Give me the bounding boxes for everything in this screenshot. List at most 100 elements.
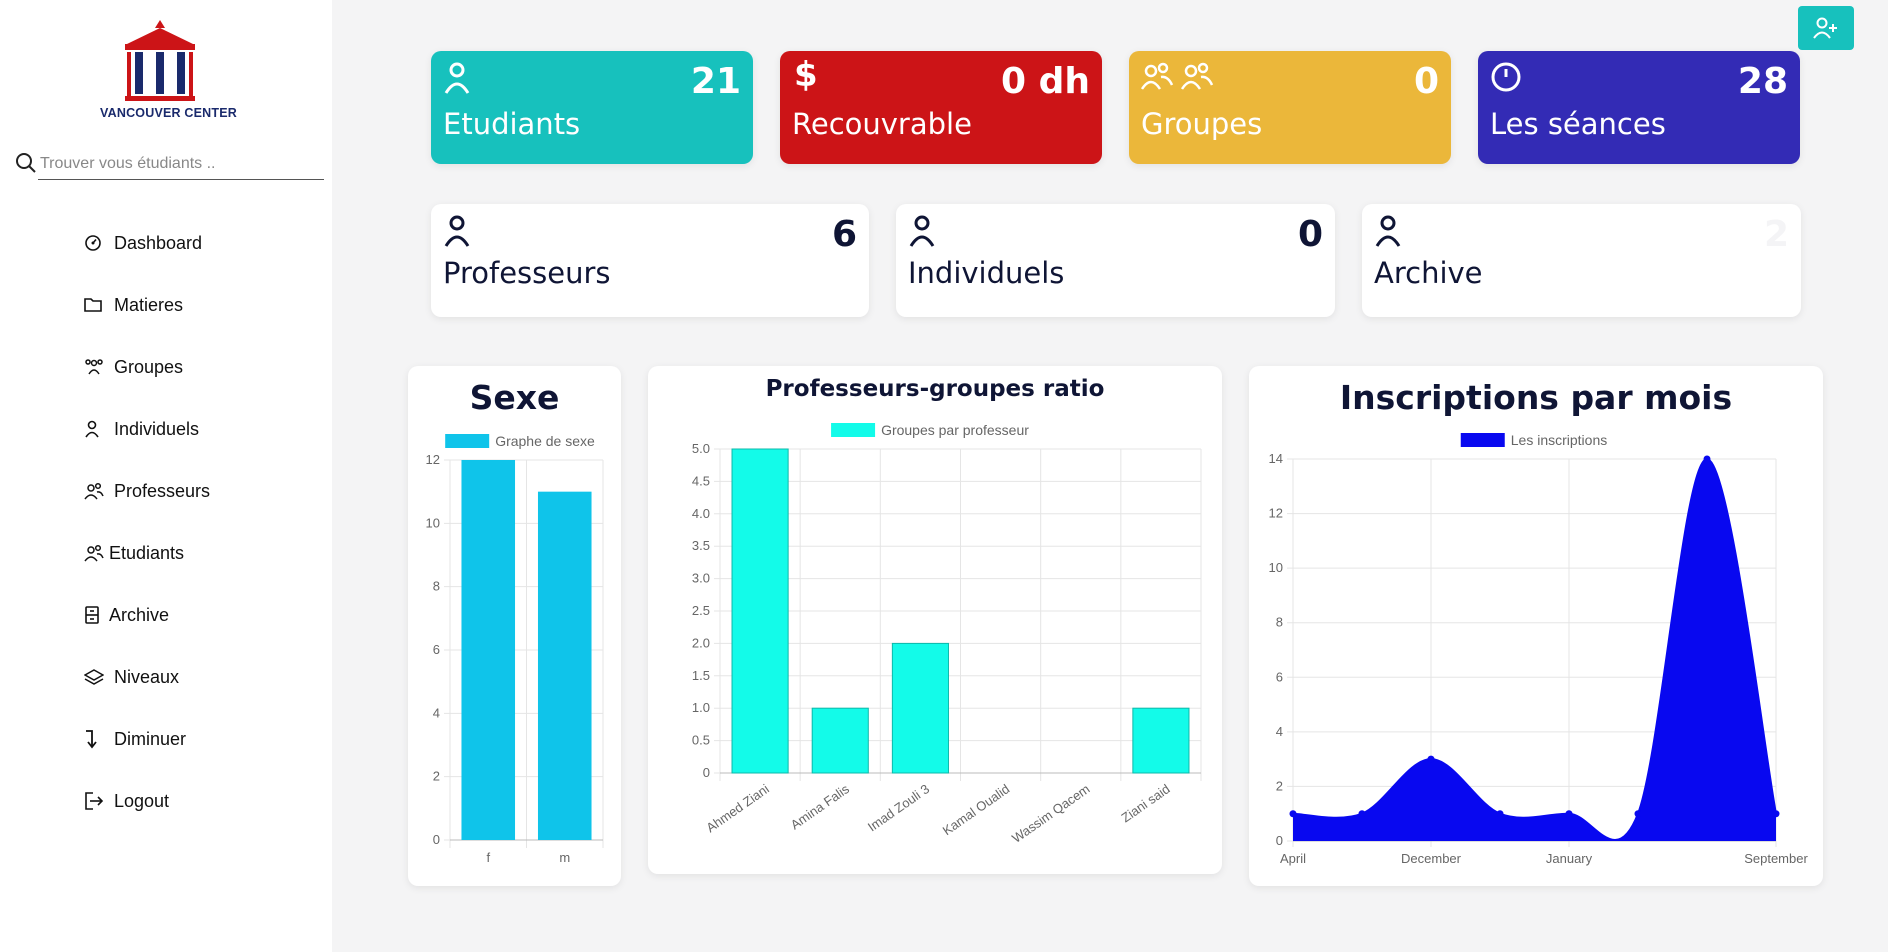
legend-swatch [831, 423, 876, 437]
school-logo-icon [125, 20, 195, 101]
sidebar-item-etudiants[interactable]: Etudiants [84, 522, 210, 584]
stat-card-groupes[interactable]: 0 Groupes [1129, 51, 1451, 164]
x-tick-label: Ahmed Ziani [703, 781, 771, 835]
y-tick-label: 2 [1276, 778, 1283, 793]
data-point [1496, 810, 1504, 818]
stat-card-seances[interactable]: 28 Les séances [1478, 51, 1800, 164]
y-tick-label: 2.0 [692, 635, 710, 650]
sidebar-item-individuels[interactable]: Individuels [84, 398, 210, 460]
user-icon [1375, 215, 1401, 247]
user-icon [444, 215, 470, 247]
y-tick-label: 6 [433, 642, 440, 657]
y-tick-label: 0.5 [692, 733, 710, 748]
data-point [1358, 810, 1366, 818]
stat-value: 6 [831, 214, 857, 255]
data-point [1289, 810, 1297, 818]
sidebar-item-label: Individuels [114, 418, 200, 439]
x-tick-label: Amina Falis [788, 781, 853, 833]
sidebar: VANCOUVER CENTER Dashboard Matieres Grou… [0, 0, 332, 952]
x-tick-label: January [1546, 851, 1593, 866]
folder-icon [84, 294, 114, 316]
stat-card-archive[interactable]: 2 Archive [1362, 204, 1801, 317]
dollar-icon: $ [794, 55, 818, 95]
y-tick-label: 1.0 [692, 700, 710, 715]
legend-label: Graphe de sexe [495, 433, 595, 449]
stat-value: 0 [1413, 61, 1439, 102]
y-tick-label: 0 [703, 765, 710, 780]
clock-icon [1491, 62, 1521, 92]
sidebar-item-dashboard[interactable]: Dashboard [84, 212, 210, 274]
bar [891, 642, 949, 774]
y-tick-label: 0 [433, 832, 440, 847]
x-tick-label: April [1280, 851, 1306, 866]
y-tick-label: 12 [426, 452, 440, 467]
y-tick-label: 14 [1269, 451, 1283, 466]
stat-value: 0 dh [1001, 61, 1090, 102]
sidebar-item-niveaux[interactable]: Niveaux [84, 646, 210, 708]
users-icon [84, 542, 109, 564]
y-tick-label: 8 [1276, 615, 1283, 630]
x-tick-label: Ziani said [1118, 781, 1172, 825]
y-tick-label: 4.5 [692, 473, 710, 488]
stat-title: Individuels [908, 256, 1065, 290]
data-point [1772, 810, 1780, 818]
legend-label: Les inscriptions [1511, 432, 1608, 448]
search-input[interactable] [38, 148, 324, 180]
sidebar-item-matieres[interactable]: Matieres [84, 274, 210, 336]
groups-icon [1141, 62, 1214, 90]
y-tick-label: 10 [426, 515, 440, 530]
sidebar-item-professeurs[interactable]: Professeurs [84, 460, 210, 522]
sidebar-item-diminuer[interactable]: Diminuer [84, 708, 210, 770]
y-tick-label: 10 [1269, 560, 1283, 575]
chart-panel-ratio: Professeurs-groupes ratio Groupes par pr… [648, 366, 1222, 874]
sidebar-item-label: Niveaux [114, 666, 180, 687]
y-tick-label: 12 [1269, 506, 1283, 521]
x-tick-label: Imad Zouli 3 [865, 781, 932, 834]
data-point [1703, 455, 1711, 463]
sidebar-item-label: Matieres [114, 294, 184, 315]
search-icon[interactable] [14, 151, 38, 175]
sidebar-item-label: Groupes [114, 356, 184, 377]
user-icon [84, 418, 114, 440]
logo-text: VANCOUVER CENTER [100, 106, 238, 120]
add-user-button[interactable] [1798, 6, 1854, 50]
stat-card-professeurs[interactable]: 6 Professeurs [431, 204, 869, 317]
legend-label: Groupes par professeur [881, 422, 1029, 438]
y-tick-label: 3.5 [692, 538, 710, 553]
stat-value: 21 [690, 61, 741, 102]
bar [731, 448, 789, 774]
chart-ratio: Groupes par professeur 0 0.5 1.0 1.5 2.0 2.5 3.… [692, 422, 1202, 846]
search-bar [14, 148, 324, 180]
sidebar-item-logout[interactable]: Logout [84, 770, 210, 832]
y-tick-label: 6 [1276, 669, 1283, 684]
y-tick-label: 5.0 [692, 441, 710, 456]
sidebar-item-label: Dashboard [114, 232, 203, 253]
y-tick-label: 4 [1276, 724, 1283, 739]
sidebar-item-archive[interactable]: Archive [84, 584, 210, 646]
stat-title: Recouvrable [792, 107, 972, 141]
gauge-icon [84, 232, 114, 254]
data-point [1634, 810, 1642, 818]
x-tick-label: September [1744, 851, 1808, 866]
stat-card-etudiants[interactable]: 21 Etudiants [431, 51, 753, 164]
stat-value: 2 [1763, 214, 1789, 255]
x-tick-label: December [1401, 851, 1462, 866]
logo[interactable]: VANCOUVER CENTER [100, 18, 238, 128]
y-tick-label: 2.5 [692, 603, 710, 618]
y-tick-label: 1.5 [692, 668, 710, 683]
legend-swatch [445, 434, 490, 448]
sidebar-item-label: Archive [109, 604, 170, 625]
data-point [1427, 755, 1435, 763]
x-tick-label: f [486, 850, 490, 865]
stat-card-individuels[interactable]: 0 Individuels [896, 204, 1335, 317]
x-tick-label: Kamal Oualid [940, 781, 1013, 838]
archive-icon [84, 604, 109, 626]
chart-panel-sexe: Sexe Graphe de sexe 0 2 4 6 8 10 12 f m [408, 366, 621, 886]
bar [1132, 707, 1190, 774]
stat-title: Groupes [1141, 107, 1263, 141]
stat-value: 28 [1737, 61, 1788, 102]
y-tick-label: 3.0 [692, 571, 710, 586]
layers-icon [84, 666, 114, 688]
stat-card-recouvrable[interactable]: $ 0 dh Recouvrable [780, 51, 1102, 164]
sidebar-item-groupes[interactable]: Groupes [84, 336, 210, 398]
